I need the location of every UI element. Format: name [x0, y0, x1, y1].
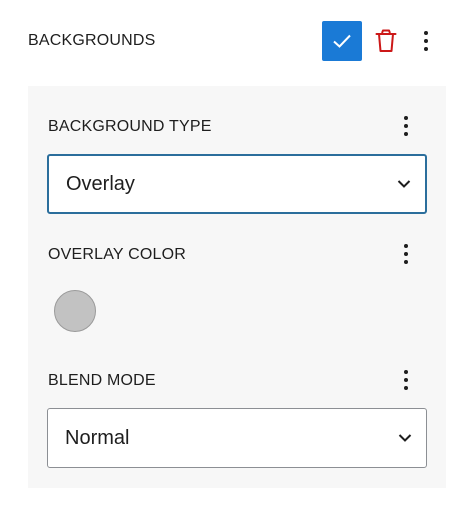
check-icon [333, 34, 351, 48]
more-vertical-icon [404, 244, 408, 264]
delete-button[interactable] [372, 27, 400, 55]
more-vertical-icon [404, 116, 408, 136]
blend-mode-more-button[interactable] [394, 366, 418, 394]
background-type-value: Overlay [66, 172, 135, 195]
blend-mode-select[interactable]: Normal [47, 408, 427, 468]
backgrounds-panel: BACKGROUND TYPE Overlay OVERLAY COLOR BL… [28, 86, 446, 488]
overlay-color-more-button[interactable] [394, 240, 418, 268]
background-type-label: BACKGROUND TYPE [48, 118, 212, 135]
header-more-button[interactable] [414, 27, 438, 55]
background-type-more-button[interactable] [394, 112, 418, 140]
background-type-select[interactable]: Overlay [47, 154, 427, 214]
backgrounds-settings: BACKGROUNDS BACKGROUND TYPE Overlay OVER… [0, 0, 474, 512]
more-vertical-icon [424, 31, 428, 51]
trash-icon [375, 29, 397, 52]
confirm-button[interactable] [322, 21, 362, 61]
overlay-color-label: OVERLAY COLOR [48, 246, 187, 263]
overlay-color-swatch[interactable] [54, 290, 96, 332]
blend-mode-value: Normal [65, 426, 130, 449]
chevron-down-icon [397, 180, 411, 188]
chevron-down-icon [398, 434, 412, 442]
blend-mode-label: BLEND MODE [48, 372, 156, 389]
section-title: BACKGROUNDS [28, 32, 156, 49]
more-vertical-icon [404, 370, 408, 390]
